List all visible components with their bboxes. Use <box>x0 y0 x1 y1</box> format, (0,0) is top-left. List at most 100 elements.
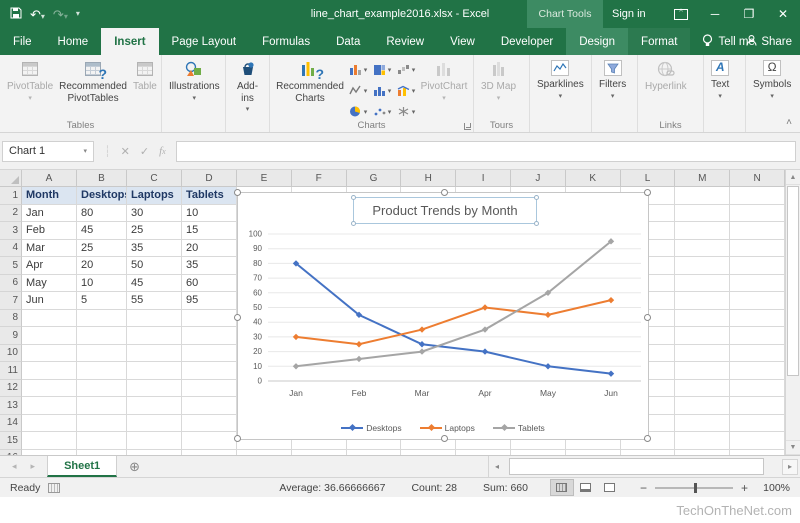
insert-pie-chart-icon[interactable]: ▾ <box>346 101 370 122</box>
cell-d5[interactable]: 35 <box>182 257 237 275</box>
row-header-8[interactable]: 8 <box>0 310 22 328</box>
name-box-dropdown-icon[interactable]: ▾ <box>83 147 87 155</box>
cell-m2[interactable] <box>675 205 730 223</box>
chart-legend[interactable]: DesktopsLaptopsTablets <box>238 423 648 433</box>
cell-b9[interactable] <box>77 327 127 345</box>
title-handle[interactable] <box>351 221 356 226</box>
cell-d11[interactable] <box>182 362 237 380</box>
cell-n13[interactable] <box>730 397 785 415</box>
row-header-14[interactable]: 14 <box>0 415 22 433</box>
cell-b7[interactable]: 5 <box>77 292 127 310</box>
cell-c12[interactable] <box>127 380 182 398</box>
cell-d2[interactable]: 10 <box>182 205 237 223</box>
chart-resize-handle[interactable] <box>441 189 448 196</box>
row-header-7[interactable]: 7 <box>0 292 22 310</box>
zoom-slider[interactable] <box>655 487 733 489</box>
horizontal-scroll-track[interactable]: ▸ <box>505 456 800 477</box>
row-header-4[interactable]: 4 <box>0 240 22 258</box>
vertical-scrollbar[interactable]: ▲ ▼ <box>785 170 800 455</box>
cell-a15[interactable] <box>22 432 77 450</box>
cell-a8[interactable] <box>22 310 77 328</box>
cell-b1[interactable]: Desktops <box>77 187 127 205</box>
chart-title-box[interactable]: Product Trends by Month <box>353 197 537 224</box>
next-sheet-icon[interactable]: ▸ <box>31 461 36 472</box>
horizontal-scroll-thumb[interactable] <box>509 458 764 475</box>
zoom-in-icon[interactable]: + <box>741 481 748 495</box>
insert-hierarchy-chart-icon[interactable]: ▾ <box>370 59 394 80</box>
symbols-button[interactable]: Ω Symbols▾ <box>750 58 794 103</box>
tab-insert[interactable]: Insert <box>101 28 158 55</box>
cell-b8[interactable] <box>77 310 127 328</box>
hyperlink-button[interactable]: Hyperlink <box>642 58 690 95</box>
pivottable-button[interactable]: PivotTable▾ <box>4 58 56 105</box>
insert-waterfall-chart-icon[interactable]: ▾ <box>394 59 418 80</box>
sheet-tab-sheet1[interactable]: Sheet1 <box>47 456 117 477</box>
cell-b15[interactable] <box>77 432 127 450</box>
cell-a2[interactable]: Jan <box>22 205 77 223</box>
cell-c15[interactable] <box>127 432 182 450</box>
cell-d3[interactable]: 15 <box>182 222 237 240</box>
cell-b4[interactable]: 25 <box>77 240 127 258</box>
cell-n14[interactable] <box>730 415 785 433</box>
chart-resize-handle[interactable] <box>644 189 651 196</box>
cell-c11[interactable] <box>127 362 182 380</box>
column-header-c[interactable]: C <box>127 170 182 186</box>
cell-m9[interactable] <box>675 327 730 345</box>
row-header-15[interactable]: 15 <box>0 432 22 450</box>
sparklines-button[interactable]: Sparklines▾ <box>534 58 587 103</box>
column-header-b[interactable]: B <box>77 170 127 186</box>
row-header-11[interactable]: 11 <box>0 362 22 380</box>
sign-in-button[interactable]: Sign in <box>612 0 646 28</box>
row-header-9[interactable]: 9 <box>0 327 22 345</box>
tab-review[interactable]: Review <box>373 28 437 55</box>
zoom-level[interactable]: 100% <box>756 482 790 494</box>
cell-n4[interactable] <box>730 240 785 258</box>
title-handle[interactable] <box>351 195 356 200</box>
charts-dialog-launcher-icon[interactable] <box>464 123 471 130</box>
cell-c8[interactable] <box>127 310 182 328</box>
legend-tablets[interactable]: Tablets <box>493 423 545 433</box>
cell-b5[interactable]: 20 <box>77 257 127 275</box>
cell-m4[interactable] <box>675 240 730 258</box>
chart-resize-handle[interactable] <box>234 189 241 196</box>
macro-record-icon[interactable] <box>48 483 60 493</box>
cell-n11[interactable] <box>730 362 785 380</box>
chart-resize-handle[interactable] <box>644 314 651 321</box>
cell-a1[interactable]: Month <box>22 187 77 205</box>
cell-d6[interactable]: 60 <box>182 275 237 293</box>
cell-a11[interactable] <box>22 362 77 380</box>
scroll-up-icon[interactable]: ▲ <box>786 170 800 185</box>
insert-line-chart-icon[interactable]: ▾ <box>346 80 370 101</box>
cell-b13[interactable] <box>77 397 127 415</box>
column-header-a[interactable]: A <box>22 170 77 186</box>
line-chart-plot[interactable]: 0102030405060708090100JanFebMarAprMayJun <box>238 193 648 439</box>
cell-b12[interactable] <box>77 380 127 398</box>
tab-home[interactable]: Home <box>45 28 102 55</box>
cell-n1[interactable] <box>730 187 785 205</box>
select-all-corner[interactable] <box>0 170 22 186</box>
scroll-down-icon[interactable]: ▼ <box>786 440 800 455</box>
chart-resize-handle[interactable] <box>234 314 241 321</box>
column-header-n[interactable]: N <box>730 170 785 186</box>
cell-d12[interactable] <box>182 380 237 398</box>
legend-laptops[interactable]: Laptops <box>420 423 475 433</box>
cell-a3[interactable]: Feb <box>22 222 77 240</box>
cell-a9[interactable] <box>22 327 77 345</box>
chart-resize-handle[interactable] <box>644 435 651 442</box>
zoom-slider-thumb[interactable] <box>694 483 697 493</box>
row-header-10[interactable]: 10 <box>0 345 22 363</box>
save-icon[interactable] <box>10 7 22 21</box>
cell-c6[interactable]: 45 <box>127 275 182 293</box>
cell-n6[interactable] <box>730 275 785 293</box>
cell-n9[interactable] <box>730 327 785 345</box>
cell-b3[interactable]: 45 <box>77 222 127 240</box>
text-button[interactable]: A Text▾ <box>708 58 732 103</box>
cell-n3[interactable] <box>730 222 785 240</box>
chart-resize-handle[interactable] <box>234 435 241 442</box>
insert-statistic-chart-icon[interactable]: ▾ <box>370 80 394 101</box>
cell-c5[interactable]: 50 <box>127 257 182 275</box>
row-header-12[interactable]: 12 <box>0 380 22 398</box>
insert-combo-chart-icon[interactable]: ▾ <box>394 80 418 101</box>
name-box[interactable]: Chart 1 ▾ <box>2 141 94 162</box>
tab-data[interactable]: Data <box>323 28 373 55</box>
